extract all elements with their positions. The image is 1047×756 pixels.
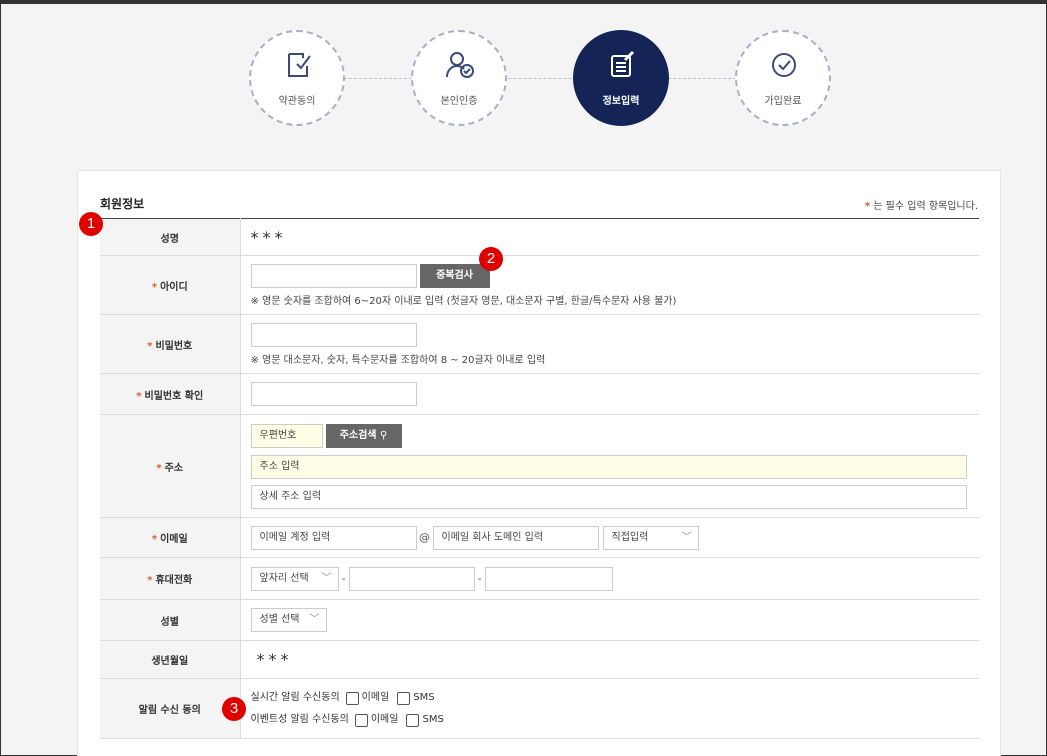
steps-connector: [289, 78, 791, 79]
zipcode-input[interactable]: 우편번호: [250, 423, 323, 448]
label-birth: 생년월일: [100, 640, 241, 679]
label-gender: 성별: [100, 599, 241, 641]
annotation-badge-1: 1: [79, 212, 103, 236]
phone-prefix-select[interactable]: 앞자리 선택 ﹀: [250, 566, 339, 591]
section-title: 회원정보: [100, 197, 145, 211]
realtime-email-checkbox[interactable]: [345, 691, 359, 705]
row-password-confirm: * 비밀번호 확인: [100, 373, 979, 415]
realtime-sms-label: SMS: [413, 692, 435, 703]
name-value: ***: [250, 227, 287, 247]
signup-steps: 약관동의 본인인증 정보입력 가입완료: [249, 30, 831, 130]
member-form: 성명 *** * 아이디 중복검사 ※ 영문 숫자를 조합하여 6~20자 이내로…: [100, 218, 979, 739]
duplicate-check-button[interactable]: 중복검사: [419, 263, 490, 288]
password-cell: ※ 영문 대소문자, 숫자, 특수문자를 조합하여 8 ~ 20글자 이내로 입…: [240, 314, 979, 374]
realtime-sms-checkbox[interactable]: [397, 691, 411, 705]
required-note: * 는 필수 입력 항목입니다.: [865, 197, 978, 212]
address-search-button[interactable]: 주소검색 ⚲: [325, 423, 402, 448]
required-note-text: 는 필수 입력 항목입니다.: [873, 201, 978, 212]
password-hint: ※ 영문 대소문자, 숫자, 특수문자를 조합하여 8 ~ 20글자 이내로 입…: [250, 354, 546, 366]
row-birth: 생년월일 ***: [100, 640, 979, 679]
realtime-consent: 실시간 알림 수신동의 이메일 SMS: [251, 687, 980, 709]
label-password: * 비밀번호: [100, 314, 241, 374]
email-domain-input[interactable]: 이메일 회사 도메인 입력: [432, 525, 599, 550]
step-complete: 가입완료: [735, 30, 831, 126]
at-sign: @: [419, 531, 430, 544]
address-detail-input[interactable]: 상세 주소 입력: [250, 484, 967, 509]
label-address: * 주소: [100, 414, 241, 518]
password-confirm-cell: [240, 373, 979, 415]
userid-input[interactable]: [250, 263, 417, 288]
email-account-input[interactable]: 이메일 계정 입력: [250, 525, 417, 550]
address-input[interactable]: 주소 입력: [250, 454, 967, 479]
birth-value-cell: ***: [240, 640, 979, 679]
row-name: 성명 ***: [100, 218, 979, 256]
userid-cell: 중복검사 ※ 영문 숫자를 조합하여 6~20자 이내로 입력 (첫글자 영문,…: [240, 255, 979, 315]
row-userid: * 아이디 중복검사 ※ 영문 숫자를 조합하여 6~20자 이내로 입력 (첫글…: [100, 255, 979, 315]
event-email-checkbox[interactable]: [354, 713, 368, 727]
row-address: * 주소 우편번호 주소검색 ⚲ 주소 입력 상세 주소 입력: [100, 414, 979, 518]
name-value-cell: ***: [240, 218, 979, 256]
step-label: 약관동의: [278, 96, 316, 107]
event-sms-label: SMS: [422, 714, 444, 725]
app-window: 약관동의 본인인증 정보입력 가입완료 회원정보 * 는 필수 입력 항목입니다…: [0, 0, 1047, 756]
row-phone: * 휴대전화 앞자리 선택 ﹀ - -: [100, 557, 979, 600]
email-cell: 이메일 계정 입력 @ 이메일 회사 도메인 입력 직접입력 ﹀: [240, 517, 979, 558]
required-star: *: [864, 201, 871, 212]
phone-cell: 앞자리 선택 ﹀ - -: [240, 557, 979, 600]
document-check-icon: [288, 53, 311, 77]
annotation-badge-2: 2: [479, 247, 503, 271]
label-password-confirm: * 비밀번호 확인: [100, 373, 241, 415]
notify-cell: 실시간 알림 수신동의 이메일 SMS 이벤트성 알림 수신동의 이메일 SMS: [240, 678, 980, 739]
step-label: 정보입력: [602, 96, 640, 107]
event-sms-checkbox[interactable]: [406, 713, 420, 727]
label-userid: * 아이디: [100, 255, 241, 315]
check-circle-icon: [772, 53, 796, 77]
phone-dash: -: [341, 572, 346, 585]
chevron-down-icon: ﹀: [681, 531, 692, 543]
step-info: 정보입력: [573, 30, 669, 126]
password-confirm-input[interactable]: [250, 382, 417, 406]
event-consent-label: 이벤트성 알림 수신동의: [250, 714, 349, 725]
realtime-consent-label: 실시간 알림 수신동의: [250, 692, 340, 703]
step-verify: 본인인증: [411, 30, 507, 126]
chevron-down-icon: ﹀: [309, 614, 320, 625]
annotation-badge-3: 3: [222, 697, 246, 721]
label-notify: 알림 수신 동의: [100, 678, 241, 739]
event-consent: 이벤트성 알림 수신동의 이메일 SMS: [251, 709, 980, 731]
gender-select[interactable]: 성별 선택 ﹀: [250, 608, 327, 632]
event-email-label: 이메일: [370, 714, 399, 725]
row-password: * 비밀번호 ※ 영문 대소문자, 숫자, 특수문자를 조합하여 8 ~ 20글자…: [100, 314, 979, 374]
birth-value: ***: [256, 650, 293, 669]
row-email: * 이메일 이메일 계정 입력 @ 이메일 회사 도메인 입력 직접입력 ﹀: [100, 517, 979, 558]
step-label: 가입완료: [764, 96, 802, 107]
userid-hint: ※ 영문 숫자를 조합하여 6~20자 이내로 입력 (첫글자 영문, 대소문자…: [250, 295, 677, 307]
realtime-email-label: 이메일: [361, 692, 390, 703]
email-domain-select[interactable]: 직접입력 ﹀: [602, 525, 699, 550]
search-icon: ⚲: [379, 429, 388, 441]
edit-document-icon: [611, 50, 635, 77]
step-terms: 약관동의: [249, 30, 345, 126]
address-cell: 우편번호 주소검색 ⚲ 주소 입력 상세 주소 입력: [240, 414, 979, 518]
gender-cell: 성별 선택 ﹀: [240, 599, 979, 641]
member-info-panel: 회원정보 * 는 필수 입력 항목입니다. 성명 *** * 아이디 중복검사 ※…: [77, 170, 1001, 756]
password-input[interactable]: [250, 322, 417, 347]
phone-dash: -: [477, 572, 482, 585]
label-name: 성명: [100, 218, 241, 256]
label-phone: * 휴대전화: [100, 557, 241, 600]
row-gender: 성별 성별 선택 ﹀: [100, 599, 979, 641]
user-verify-icon: [446, 52, 474, 78]
phone-middle-input[interactable]: [348, 566, 475, 591]
phone-last-input[interactable]: [484, 566, 613, 591]
chevron-down-icon: ﹀: [321, 572, 332, 584]
step-label: 본인인증: [440, 96, 478, 107]
label-email: * 이메일: [100, 517, 241, 558]
